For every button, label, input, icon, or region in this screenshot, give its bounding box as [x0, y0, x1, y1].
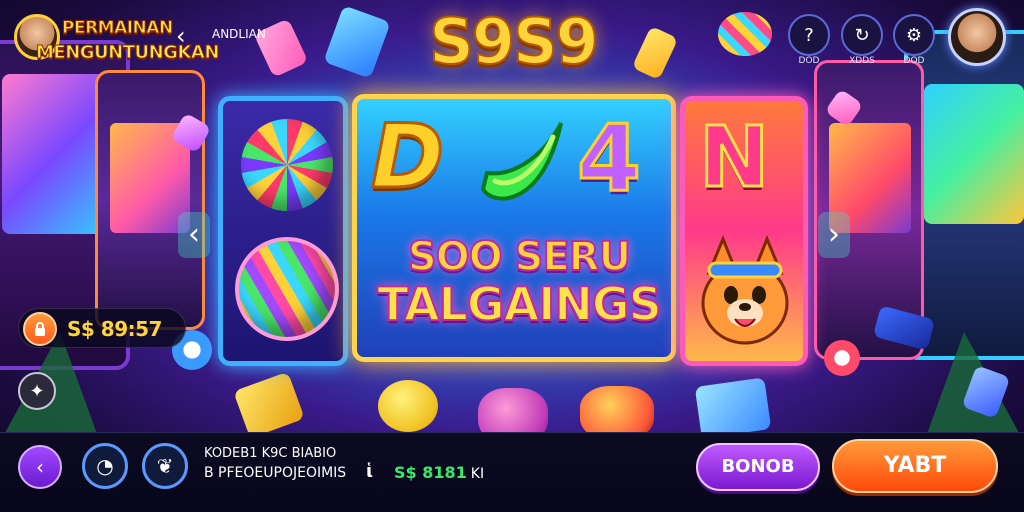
timer-value: S$ 89:57: [67, 317, 162, 341]
start-button[interactable]: YABT: [832, 439, 998, 493]
candy-decoration: [378, 380, 438, 432]
gear-icon: ⚙: [905, 24, 923, 46]
banana-symbol: [480, 122, 563, 201]
user-avatar[interactable]: [948, 8, 1006, 66]
fox-mascot-symbol: [701, 235, 789, 345]
lock-icon: [35, 322, 45, 336]
nav-label[interactable]: ANDLIAN: [212, 27, 266, 41]
candy-swirl-symbol: [241, 119, 333, 211]
info-icon: ?: [804, 24, 814, 46]
promo-text-line1: KODEB1 K9C BIABIO: [204, 446, 337, 461]
candy-decoration: [323, 5, 391, 79]
info-button[interactable]: ?: [788, 14, 830, 56]
sparkle-button[interactable]: ✦: [18, 372, 56, 410]
next-arrow-button[interactable]: ›: [818, 212, 850, 258]
balance-unit: KI: [470, 466, 485, 482]
candy-decoration: [631, 25, 679, 81]
letter-symbol: N: [697, 108, 770, 206]
reel-right: N: [680, 96, 808, 366]
chat-button[interactable]: ◔: [82, 443, 128, 489]
reel-left: [218, 96, 348, 366]
bottom-bar: ‹ ◔ ❦ KODEB1 K9C BIABIO B PFEOEUPOJEOIMI…: [0, 432, 1024, 512]
candy-decoration: [718, 12, 772, 56]
prev-arrow-button[interactable]: ‹: [178, 212, 210, 258]
game-logo[interactable]: PERMAINAN MENGUNTUNGKAN: [14, 10, 220, 72]
timer-bar: S$ 89:57: [18, 308, 186, 348]
letter-symbol: D: [369, 105, 445, 208]
balance-display: S$ 8181 KI: [394, 463, 484, 482]
lock-button[interactable]: [23, 312, 57, 346]
candy-decoration: [694, 377, 772, 439]
balance-value: S$ 8181: [394, 463, 467, 482]
back-button[interactable]: ‹: [18, 445, 62, 489]
chat-icon: ◔: [96, 454, 114, 478]
candy-decoration: [233, 371, 305, 439]
win-banner-line1: SOO SERU: [407, 234, 632, 280]
number-symbol: 4: [575, 105, 642, 212]
sparkle-icon: ✦: [29, 380, 45, 402]
win-banner: SOO SERU TALGAINGS: [363, 234, 671, 331]
refresh-label: XDDS: [849, 56, 875, 66]
win-banner-line2: TALGAINGS: [376, 277, 663, 331]
settings-label: DOD: [903, 56, 925, 66]
refresh-icon: ↻: [854, 24, 870, 46]
settings-button[interactable]: ⚙: [893, 14, 935, 56]
bonus-button[interactable]: BONOB: [696, 443, 820, 491]
promo-text-line2: B PFEOEUPOJEOIMIS: [204, 465, 347, 481]
reel-center: D 4 SOO SERU TALGAINGS: [352, 94, 676, 362]
logo-line1: PERMAINAN: [62, 18, 174, 39]
candy-ball-symbol: [235, 237, 339, 341]
separator-glyph: ἱ: [366, 461, 374, 482]
chip-decoration: [824, 340, 860, 376]
arcade-machine-left-2: [95, 70, 205, 330]
chevron-left-icon[interactable]: ‹: [176, 22, 186, 50]
logo-line2: MENGUNTUNGKAN: [36, 42, 220, 64]
mascot-icon: ❦: [156, 454, 174, 478]
info-label: DOD: [798, 56, 820, 66]
refresh-button[interactable]: ↻: [841, 14, 883, 56]
game-title: S9S9: [428, 4, 600, 79]
mascot-button[interactable]: ❦: [142, 443, 188, 489]
chevron-left-icon: ‹: [36, 455, 44, 479]
